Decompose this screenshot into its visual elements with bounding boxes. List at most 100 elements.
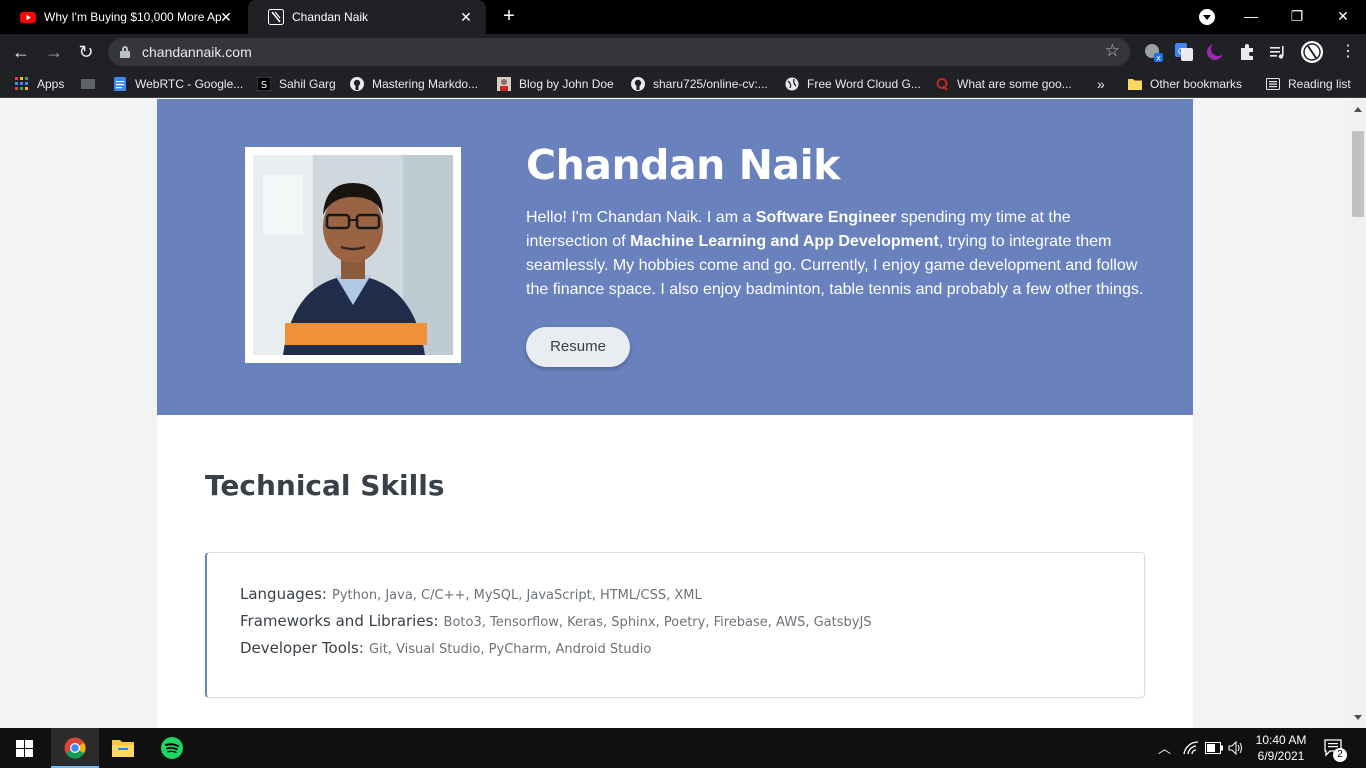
tab-chandan-naik[interactable]: Chandan Naik ✕ xyxy=(248,0,486,34)
person-portrait-icon xyxy=(253,155,453,355)
globe-icon xyxy=(785,77,799,91)
tab-youtube[interactable]: Why I'm Buying $10,000 More Ap ✕ xyxy=(0,0,246,34)
bookmark-blog-john-doe[interactable]: Blog by John Doe xyxy=(497,75,614,93)
skill-values: Git, Visual Studio, PyCharm, Android Stu… xyxy=(369,642,652,657)
bookmark-other-bookmarks[interactable]: Other bookmarks xyxy=(1128,75,1242,93)
reading-list-button[interactable]: Reading list xyxy=(1266,75,1351,93)
github-icon xyxy=(631,77,645,91)
tab-search-icon[interactable] xyxy=(1199,9,1215,25)
extension-globe-icon[interactable]: x xyxy=(1143,42,1163,62)
bookmark-quora[interactable]: What are some goo... xyxy=(935,75,1072,93)
bookmark-label: Mastering Markdo... xyxy=(372,77,479,91)
resume-button[interactable]: Resume xyxy=(526,327,630,367)
bookmark-label: sharu725/online-cv:... xyxy=(653,77,768,91)
page-viewport: Chandan Naik Hello! I'm Chandan Naik. I … xyxy=(0,99,1350,728)
show-hidden-icons-icon[interactable]: ︿ xyxy=(1158,738,1171,757)
battery-icon[interactable] xyxy=(1205,742,1223,754)
bio-text: Hello! I'm Chandan Naik. I am a xyxy=(526,209,756,226)
site-icon xyxy=(268,9,284,25)
skill-values: Boto3, Tensorflow, Keras, Sphinx, Poetry… xyxy=(443,615,872,630)
chrome-icon xyxy=(64,737,86,759)
profile-avatar-icon[interactable] xyxy=(1300,40,1324,64)
bookmark-label: Free Word Cloud G... xyxy=(807,77,921,91)
system-clock[interactable]: 10:40 AM 6/9/2021 xyxy=(1248,732,1314,764)
google-translate-icon[interactable]: G xyxy=(1174,42,1194,62)
bookmark-apps[interactable]: Apps xyxy=(15,75,64,93)
volume-icon[interactable] xyxy=(1228,741,1244,755)
bookmark-label: Blog by John Doe xyxy=(519,77,614,91)
skill-key: Languages: xyxy=(240,585,327,603)
svg-text:S: S xyxy=(261,80,267,91)
bookmark-label: What are some goo... xyxy=(957,77,1072,91)
bookmark-blank[interactable] xyxy=(81,75,103,93)
folder-icon xyxy=(1128,79,1142,90)
skill-row: Developer Tools: Git, Visual Studio, PyC… xyxy=(240,638,651,657)
url-text[interactable]: chandannaik.com xyxy=(142,44,252,60)
scrollbar-thumb[interactable] xyxy=(1352,131,1364,217)
reading-list-icon xyxy=(1266,78,1280,90)
bookmark-sahil-garg[interactable]: S Sahil Garg xyxy=(257,75,336,93)
taskbar-file-explorer[interactable] xyxy=(99,728,147,768)
bookmark-mastering-markdown[interactable]: Mastering Markdo... xyxy=(350,75,478,93)
skills-box: Languages: Python, Java, C/C++, MySQL, J… xyxy=(205,552,1145,698)
bookmark-label: Apps xyxy=(37,77,65,91)
bookmark-word-cloud[interactable]: Free Word Cloud G... xyxy=(785,75,921,93)
skill-values: Python, Java, C/C++, MySQL, JavaScript, … xyxy=(332,588,702,603)
clock-date: 6/9/2021 xyxy=(1257,749,1305,763)
tab-strip: Why I'm Buying $10,000 More Ap ✕ Chandan… xyxy=(0,0,1366,34)
youtube-icon xyxy=(20,12,36,23)
wifi-icon[interactable] xyxy=(1183,741,1199,755)
skill-row: Frameworks and Libraries: Boto3, Tensorf… xyxy=(240,611,872,630)
bookmarks-overflow-button[interactable]: » xyxy=(1097,75,1105,93)
back-button[interactable]: ← xyxy=(9,40,33,64)
extensions-puzzle-icon[interactable] xyxy=(1237,42,1257,62)
bookmark-label: WebRTC - Google... xyxy=(135,77,244,91)
resume-card: Chandan Naik Hello! I'm Chandan Naik. I … xyxy=(157,99,1193,728)
clock-time: 10:40 AM xyxy=(1255,733,1307,747)
scroll-up-icon[interactable] xyxy=(1354,107,1362,112)
github-icon xyxy=(350,77,364,91)
restore-button[interactable]: ❐ xyxy=(1274,0,1320,34)
lock-icon[interactable] xyxy=(120,46,130,58)
skill-key: Developer Tools: xyxy=(240,639,364,657)
media-queue-icon[interactable] xyxy=(1268,42,1288,62)
minimize-button[interactable]: — xyxy=(1228,0,1274,34)
page-icon xyxy=(81,79,95,89)
quora-icon xyxy=(936,78,948,91)
skill-key: Frameworks and Libraries: xyxy=(240,612,439,630)
close-tab-icon[interactable]: ✕ xyxy=(218,9,234,25)
windows-start-icon[interactable] xyxy=(16,740,33,757)
section-title: Technical Skills xyxy=(205,469,445,502)
chrome-menu-icon[interactable]: ⋮ xyxy=(1336,40,1360,64)
bookmark-label: Reading list xyxy=(1288,77,1351,91)
folder-icon xyxy=(112,740,134,757)
bookmarks-bar: Apps WebRTC - Google... S Sahil Garg Mas… xyxy=(0,70,1366,98)
apps-grid-icon xyxy=(15,77,28,90)
spotify-icon xyxy=(161,737,183,759)
bookmark-webrtc[interactable]: WebRTC - Google... xyxy=(113,75,243,93)
new-tab-button[interactable]: + xyxy=(498,6,520,27)
browser-toolbar: ← → ↻ chandannaik.com ☆ x G ⋮ xyxy=(0,34,1366,70)
dark-mode-moon-icon[interactable] xyxy=(1205,42,1225,62)
windows-taskbar: ︿ 10:40 AM 6/9/2021 2 xyxy=(0,728,1366,768)
close-tab-icon[interactable]: ✕ xyxy=(458,9,474,25)
address-bar[interactable]: chandannaik.com ☆ xyxy=(108,38,1130,66)
page-scrollbar[interactable] xyxy=(1350,99,1366,728)
tab-title: Chandan Naik xyxy=(292,10,369,24)
bookmark-star-icon[interactable]: ☆ xyxy=(1105,41,1120,61)
reload-button[interactable]: ↻ xyxy=(74,40,98,64)
profile-bio: Hello! I'm Chandan Naik. I am a Software… xyxy=(526,206,1156,302)
profile-photo-image xyxy=(253,155,453,355)
forward-button[interactable]: → xyxy=(42,40,66,64)
bio-highlight: Software Engineer xyxy=(755,209,897,226)
tab-title: Why I'm Buying $10,000 More Ap xyxy=(44,10,222,24)
scroll-down-icon[interactable] xyxy=(1354,715,1362,720)
notification-count-badge: 2 xyxy=(1333,748,1347,762)
close-window-button[interactable]: ✕ xyxy=(1320,0,1366,34)
taskbar-chrome[interactable] xyxy=(51,728,99,768)
profile-name: Chandan Naik xyxy=(526,141,840,189)
bookmark-online-cv[interactable]: sharu725/online-cv:... xyxy=(631,75,768,93)
blog-avatar-icon xyxy=(497,77,511,91)
taskbar-spotify[interactable] xyxy=(148,728,196,768)
profile-photo xyxy=(245,147,461,363)
